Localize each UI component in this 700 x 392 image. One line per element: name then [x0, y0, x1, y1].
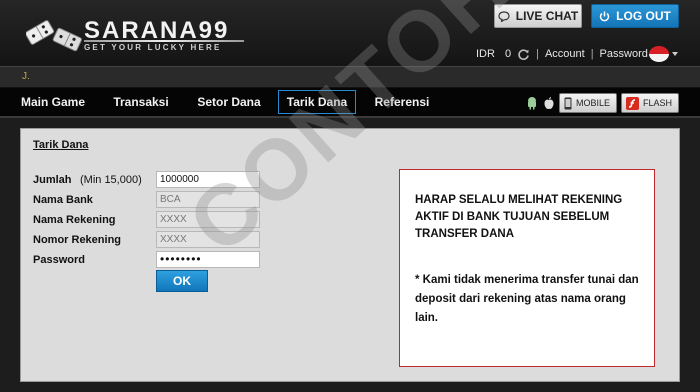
android-icon — [528, 97, 536, 110]
account-name-label: Nama Rekening — [33, 214, 116, 226]
account-name-row: Nama Rekening — [33, 211, 293, 229]
flash-icon — [626, 96, 639, 110]
currency-label: IDR — [476, 48, 495, 60]
password-label: Password — [33, 254, 85, 266]
live-chat-button[interactable]: LIVE CHAT — [494, 4, 582, 28]
refresh-icon[interactable] — [517, 48, 530, 61]
mobile-label: MOBILE — [576, 98, 611, 108]
live-chat-label: LIVE CHAT — [515, 9, 579, 23]
nav-referensi[interactable]: Referensi — [364, 90, 440, 114]
nav-tarik-dana[interactable]: Tarik Dana — [278, 90, 356, 114]
chat-bubble-icon — [498, 10, 510, 22]
account-number-label: Nomor Rekening — [33, 234, 122, 246]
account-name-field — [156, 211, 260, 228]
divider: | — [536, 48, 539, 60]
main-nav: Main Game Transaksi Setor Dana Tarik Dan… — [0, 88, 700, 118]
nav-setor-dana[interactable]: Setor Dana — [188, 90, 270, 114]
password-row: Password — [33, 251, 293, 269]
announcement-ticker: J. — [0, 66, 700, 88]
chevron-down-icon[interactable] — [672, 52, 678, 56]
bank-label: Nama Bank — [33, 194, 93, 206]
mobile-button[interactable]: MOBILE — [559, 93, 617, 113]
header: SARANA99 GET YOUR LUCKY HERE LIVE CHAT L… — [0, 0, 700, 66]
amount-label: Jumlah — [33, 174, 72, 186]
section-title: Tarik Dana — [33, 139, 89, 151]
notice-warning: HARAP SELALU MELIHAT REKENING AKTIF DI B… — [415, 194, 623, 240]
dice-icon — [26, 20, 82, 52]
nav-main-game[interactable]: Main Game — [14, 90, 92, 114]
bank-row: Nama Bank — [33, 191, 293, 209]
notice-note: * Kami tidak menerima transfer tunai dan… — [415, 274, 639, 324]
logo[interactable]: SARANA99 GET YOUR LUCKY HERE — [26, 16, 248, 58]
flash-button[interactable]: FLASH — [621, 93, 679, 113]
amount-hint: (Min 15,000) — [80, 174, 142, 186]
bank-field — [156, 191, 260, 208]
account-number-field — [156, 231, 260, 248]
divider: | — [590, 48, 594, 60]
amount-input[interactable] — [156, 171, 260, 188]
account-number-row: Nomor Rekening — [33, 231, 293, 249]
logo-tagline: GET YOUR LUCKY HERE — [84, 40, 244, 52]
account-bar: IDR 0 | Account | Password — [476, 46, 648, 62]
password-input[interactable] — [156, 251, 260, 268]
account-link[interactable]: Account — [545, 48, 585, 60]
ok-button[interactable]: OK — [156, 270, 208, 292]
password-link[interactable]: Password — [600, 48, 648, 60]
withdraw-panel: Tarik Dana Jumlah (Min 15,000) Nama Bank… — [20, 128, 680, 382]
logout-button[interactable]: LOG OUT — [591, 4, 679, 28]
phone-icon — [564, 97, 572, 109]
apple-icon — [544, 97, 554, 109]
nav-transaksi[interactable]: Transaksi — [104, 90, 178, 114]
amount-row: Jumlah (Min 15,000) — [33, 171, 293, 189]
indonesia-flag-icon[interactable] — [649, 46, 669, 62]
logout-icon — [599, 11, 610, 21]
logout-label: LOG OUT — [616, 9, 671, 23]
flash-label: FLASH — [643, 98, 673, 108]
balance-value: 0 — [504, 48, 512, 60]
notice-box: HARAP SELALU MELIHAT REKENING AKTIF DI B… — [399, 169, 655, 367]
